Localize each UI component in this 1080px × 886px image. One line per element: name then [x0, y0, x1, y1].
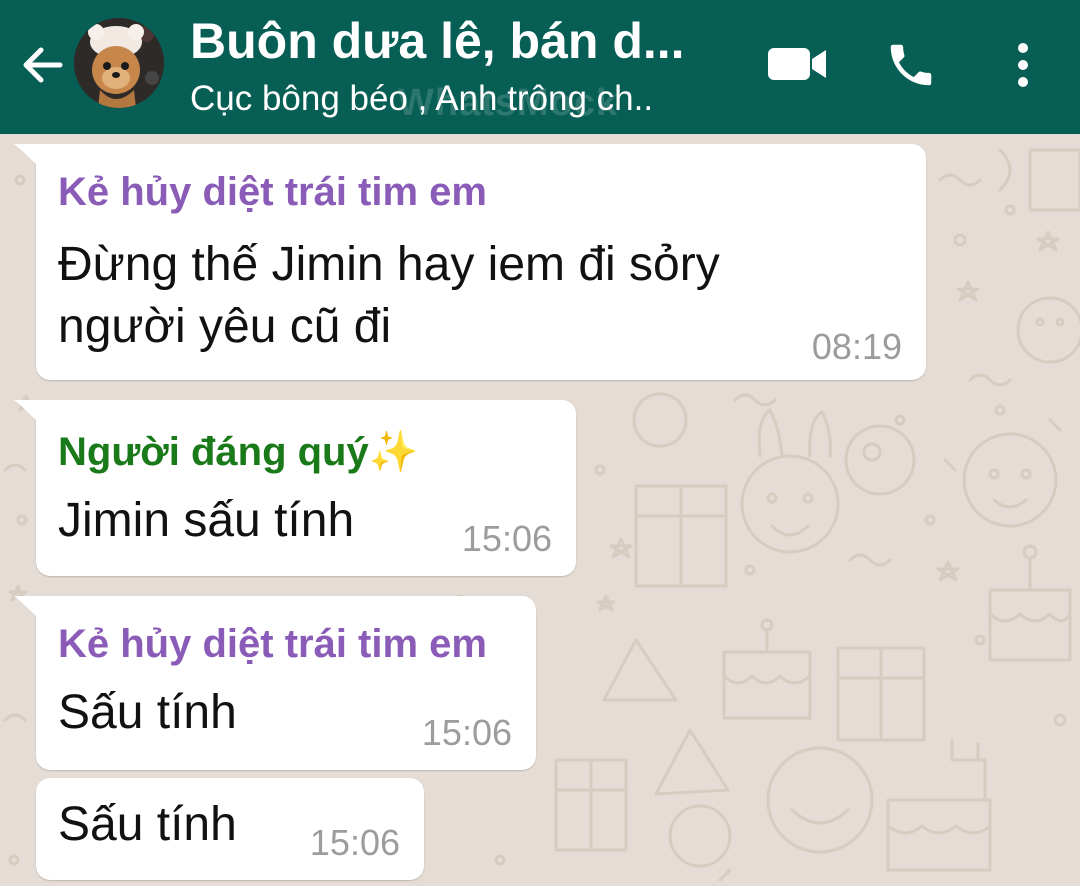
message-text: Sấu tính: [58, 686, 237, 739]
back-arrow-icon[interactable]: [18, 40, 68, 90]
message-text: Đừng thế Jimin hay iem đi sỏry: [58, 238, 720, 291]
chat-header: Buôn dưa lê, bán d... WhatsMock Cục bông…: [0, 0, 1080, 134]
message-text: Jimin sấu tính: [58, 494, 355, 547]
sender-name: Người đáng quý: [58, 430, 369, 474]
message-bubble[interactable]: Kẻ hủy diệt trái tim em Sấu tính 15:06: [14, 596, 536, 770]
message-bubble[interactable]: Người đáng quý✨ Jimin sấu tính 15:06: [14, 400, 576, 576]
message-text: người yêu cũ đi: [58, 300, 392, 353]
message-time: 15:06: [461, 518, 552, 559]
chat-subtitle[interactable]: Cục bông béo , Anh trông ch..: [190, 78, 730, 120]
message-bubble[interactable]: Kẻ hủy diệt trái tim em Đừng thế Jimin h…: [14, 144, 926, 380]
bubble-tail: [14, 400, 38, 422]
more-options-icon[interactable]: [1006, 38, 1040, 92]
message-text: Sấu tính: [58, 798, 237, 851]
bubble-tail: [14, 596, 38, 618]
message-sender[interactable]: Kẻ hủy diệt trái tim em: [58, 170, 487, 215]
message-sender[interactable]: Kẻ hủy diệt trái tim em: [58, 622, 487, 667]
message-bubble[interactable]: Sấu tính 15:06: [36, 778, 424, 880]
message-time: 15:06: [309, 822, 400, 863]
video-call-icon[interactable]: [766, 40, 830, 88]
phone-call-icon[interactable]: [884, 38, 938, 92]
message-sender[interactable]: Người đáng quý✨: [58, 428, 419, 475]
group-avatar[interactable]: [74, 18, 164, 108]
bubble-tail: [14, 144, 38, 166]
sparkles-emoji: ✨: [368, 430, 419, 474]
chat-title[interactable]: Buôn dưa lê, bán d...: [190, 12, 730, 70]
message-time: 08:19: [811, 326, 902, 367]
message-time: 15:06: [421, 712, 512, 753]
